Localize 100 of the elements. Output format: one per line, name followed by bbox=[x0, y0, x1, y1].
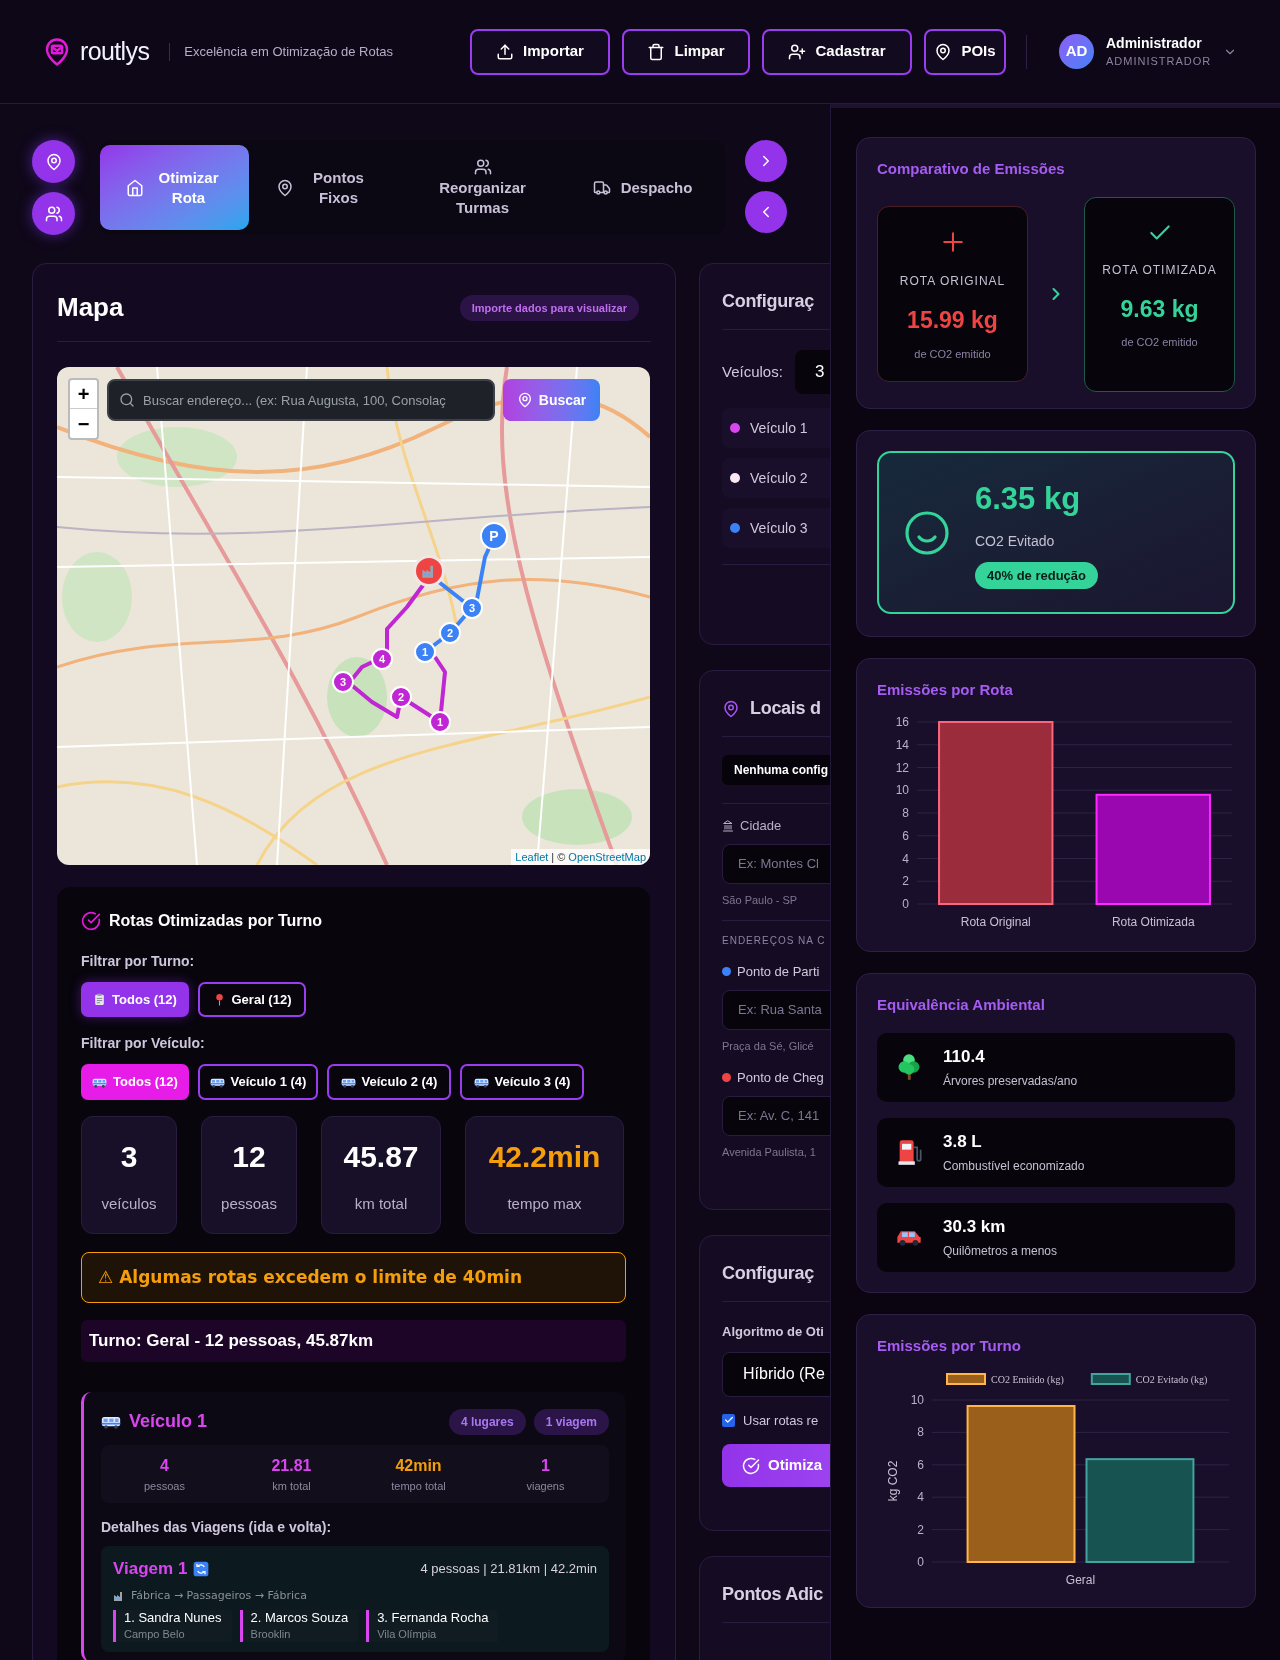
axis-tick-label: 4 bbox=[917, 1489, 924, 1504]
axis-tick-label: 2 bbox=[902, 873, 909, 888]
clipboard-icon bbox=[93, 993, 107, 1006]
equivalence-value: 3.8 L bbox=[943, 1131, 983, 1154]
truck-icon bbox=[592, 178, 611, 197]
user-plus-icon bbox=[788, 42, 807, 61]
stat-value: 42min bbox=[395, 1455, 442, 1476]
filter-chip[interactable]: Veículo 2 (4) bbox=[327, 1064, 451, 1100]
card-title: Rotas Otimizadas por Turno bbox=[109, 911, 323, 931]
nav-tab[interactable]: Reorganizar Turmas bbox=[400, 145, 565, 230]
legend-swatch bbox=[946, 1372, 986, 1385]
axis-tick-label: 8 bbox=[902, 805, 909, 820]
next-button[interactable] bbox=[745, 140, 787, 182]
filter-chip[interactable]: Veículo 3 (4) bbox=[460, 1064, 584, 1100]
stat-value: 21.81 bbox=[271, 1455, 312, 1476]
stat-label: km total bbox=[354, 1194, 408, 1215]
optimize-button[interactable]: Otimiza bbox=[722, 1444, 830, 1487]
warning-banner: ⚠ Algumas rotas excedem o limite de 40min bbox=[81, 1252, 626, 1303]
emission-note: de CO2 emitido bbox=[1121, 335, 1198, 350]
vehicle-row[interactable]: Veículo 1 bbox=[722, 408, 830, 448]
zoom-in-button[interactable]: + bbox=[70, 380, 97, 409]
preset-select[interactable]: Nenhuma config bbox=[722, 755, 830, 785]
equivalence-label: Quilômetros a menos bbox=[943, 1242, 1058, 1260]
nav-tab[interactable]: Despacho bbox=[565, 145, 720, 230]
vehicle-name: Veículo 1 bbox=[129, 1410, 208, 1433]
trip-title: Viagem 1 bbox=[113, 1558, 188, 1580]
zoom-out-button[interactable]: − bbox=[70, 409, 97, 438]
axis-tick-label: 14 bbox=[895, 737, 909, 752]
algorithm-select[interactable]: Híbrido (Re bbox=[722, 1351, 830, 1397]
savings-label: CO2 Evitado bbox=[975, 531, 1055, 551]
card-title: Emissões por Turno bbox=[877, 1336, 1022, 1356]
filter-chip[interactable]: Todos (12) bbox=[81, 982, 189, 1017]
card-title: Comparativo de Emissões bbox=[877, 159, 1066, 179]
trash-button[interactable]: Limpar bbox=[622, 28, 750, 75]
field-label: Ponto de Cheg bbox=[737, 1069, 824, 1087]
shift-summary: Turno: Geral - 12 pessoas, 45.87km bbox=[81, 1320, 626, 1362]
card-title: Emissões por Rota bbox=[877, 680, 1014, 700]
checkbox[interactable] bbox=[722, 1413, 735, 1427]
vehicle-row[interactable]: Veículo 2 bbox=[722, 458, 830, 498]
user-avatar: AD bbox=[1059, 34, 1094, 69]
vehicle-row[interactable]: Veículo 3 bbox=[722, 508, 830, 548]
passenger-name: 1. Sandra Nunes bbox=[124, 1610, 222, 1626]
search-button[interactable]: Buscar bbox=[503, 379, 600, 421]
equivalence-value: 30.3 km bbox=[943, 1216, 1007, 1239]
stat-label: tempo total bbox=[391, 1478, 446, 1494]
equivalence-label: Combustível economizado bbox=[943, 1157, 1085, 1175]
equivalence-label: Árvores preservadas/ano bbox=[943, 1072, 1078, 1090]
filter-chip[interactable]: Geral (12) bbox=[198, 982, 306, 1017]
map-pin-icon bbox=[516, 392, 533, 408]
checkmark-icon bbox=[723, 1415, 734, 1426]
map-pin-button[interactable] bbox=[32, 140, 75, 183]
filter-label: Filtrar por Turno: bbox=[81, 952, 196, 971]
info-badge: 4 lugares bbox=[448, 1408, 526, 1435]
previous-button[interactable] bbox=[745, 191, 787, 233]
stat-label: viagens bbox=[526, 1478, 565, 1494]
search-field[interactable]: Buscar endereço... (ex: Rua Augusta, 100, Consolaç bbox=[107, 379, 495, 421]
field-hint: Praça da Sé, Glicé bbox=[722, 1038, 815, 1054]
number-field[interactable]: 3 bbox=[794, 350, 830, 394]
axis-tick-label: 4 bbox=[902, 851, 909, 865]
stat-value: 45.87 bbox=[343, 1139, 419, 1176]
legend-swatch bbox=[1090, 1372, 1131, 1385]
axis-tick-label: 2 bbox=[917, 1522, 924, 1537]
stat-label: pessoas bbox=[144, 1478, 185, 1494]
attribution-link[interactable]: Leaflet bbox=[515, 848, 549, 865]
map-pin-icon bbox=[275, 178, 294, 197]
upload-button[interactable]: Importar bbox=[470, 28, 610, 75]
section-label: ENDEREÇOS NA C bbox=[722, 934, 827, 948]
filter-chip[interactable]: Todos (12) bbox=[81, 1064, 189, 1100]
user-add-button[interactable]: Cadastrar bbox=[762, 28, 912, 75]
stat-value: 3 bbox=[120, 1139, 138, 1176]
card-title: Equivalência Ambiental bbox=[877, 995, 1046, 1015]
factory-icon bbox=[113, 1589, 125, 1602]
status-badge: Importe dados para visualizar bbox=[459, 294, 639, 321]
smiley-icon bbox=[903, 508, 951, 557]
user-role: ADMINISTRADOR bbox=[1106, 53, 1212, 69]
axis-category-label: Geral bbox=[1065, 1572, 1096, 1587]
pois-button[interactable]: POIs bbox=[924, 28, 1006, 75]
attribution-text: | © bbox=[551, 849, 566, 865]
home-icon bbox=[125, 178, 144, 197]
stat-value: 1 bbox=[541, 1455, 550, 1476]
emission-value: 9.63 kg bbox=[1120, 294, 1199, 324]
axis-tick-label: 8 bbox=[917, 1424, 924, 1439]
filter-chip[interactable]: Veículo 1 (4) bbox=[198, 1064, 318, 1100]
text-field[interactable]: Ex: Av. C, 141 bbox=[722, 1095, 830, 1136]
brand-name: routlys bbox=[80, 35, 150, 67]
text-field[interactable]: Ex: Montes Cl bbox=[722, 843, 830, 884]
users-button[interactable] bbox=[32, 192, 75, 235]
axis-category-label: Rota Original bbox=[960, 914, 1031, 929]
emission-label: ROTA OTIMIZADA bbox=[1101, 261, 1218, 279]
nav-tab[interactable]: Otimizar Rota bbox=[100, 145, 249, 230]
nav-tab[interactable]: Pontos Fixos bbox=[249, 145, 400, 230]
stat-value: 12 bbox=[232, 1139, 266, 1176]
axis-tick-label: 0 bbox=[902, 896, 909, 911]
stat-label: veículos bbox=[101, 1194, 157, 1215]
users-icon bbox=[44, 204, 63, 223]
axis-tick-label: 6 bbox=[902, 828, 909, 843]
field-label: Ponto de Parti bbox=[737, 963, 820, 981]
attribution-link[interactable]: OpenStreetMap bbox=[568, 848, 646, 865]
tagline: Excelência em Otimização de Rotas bbox=[184, 42, 394, 61]
text-field[interactable]: Ex: Rua Santa bbox=[722, 989, 830, 1030]
